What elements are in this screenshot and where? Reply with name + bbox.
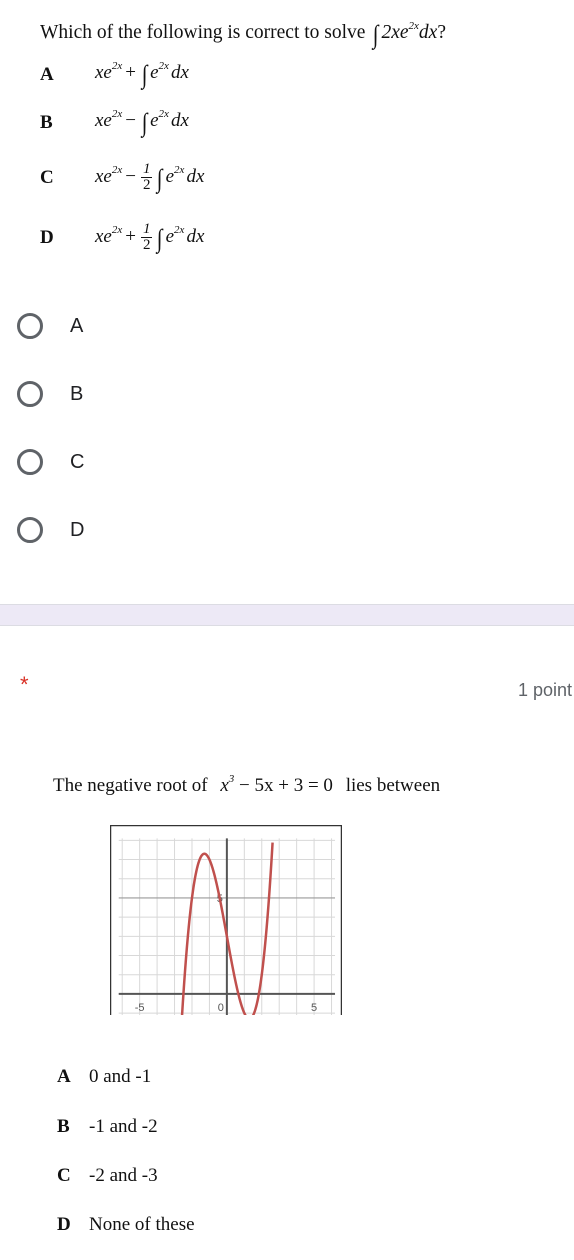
- option-expression: xe2x − ∫ e2x dx: [95, 108, 189, 138]
- equation-x: x: [220, 775, 229, 796]
- q1-option-c: Cxe2x −1 2 ∫ e2x dx: [40, 162, 204, 194]
- radio-button[interactable]: [17, 381, 43, 407]
- q2-option-a: A 0 and -1: [57, 1066, 151, 1088]
- radio-button[interactable]: [17, 313, 43, 339]
- q1-option-b: Bxe2x − ∫ e2x dx: [40, 108, 189, 138]
- radio-option-c[interactable]: C: [17, 449, 84, 475]
- fraction: 12: [140, 161, 153, 193]
- integral-exp: 2x: [408, 20, 419, 32]
- fraction-den: 2: [142, 237, 151, 253]
- radio-button[interactable]: [17, 449, 43, 475]
- option-letter: D: [57, 1214, 71, 1235]
- q1-option-a: Axe2x + ∫ e2x dx: [40, 60, 189, 90]
- integral-sign-icon: ∫: [141, 60, 148, 89]
- equation: x3 − 5x + 3 = 0: [220, 774, 333, 797]
- int-exp: 2x: [174, 223, 185, 236]
- fraction: 12: [140, 221, 153, 253]
- int-diff: dx: [186, 165, 205, 187]
- int-exp: 2x: [158, 60, 169, 72]
- radio-label[interactable]: B: [70, 383, 83, 406]
- term-exp: 2x: [111, 60, 123, 72]
- operator: +: [125, 225, 136, 247]
- option-text: 0 and -1: [89, 1066, 152, 1087]
- integral-sign-icon: ∫: [373, 20, 379, 49]
- term: xe: [95, 110, 112, 131]
- q2-option-b: B -1 and -2: [57, 1116, 158, 1138]
- int-diff: dx: [186, 225, 205, 247]
- int-diff: dx: [170, 62, 189, 83]
- int-diff: dx: [170, 110, 189, 131]
- term: xe: [95, 225, 112, 247]
- prompt-after: lies between: [345, 775, 441, 796]
- term-exp: 2x: [111, 163, 123, 176]
- radio-option-d[interactable]: D: [17, 517, 84, 543]
- x-tick-label: 5: [311, 1002, 317, 1014]
- int-exp: 2x: [174, 163, 185, 176]
- integral-sign-icon: ∫: [157, 163, 163, 193]
- integral-diff: dx: [418, 22, 438, 43]
- term: xe: [95, 165, 112, 187]
- radio-label[interactable]: A: [70, 315, 83, 338]
- question-mark: ?: [437, 22, 446, 43]
- option-text: None of these: [89, 1214, 195, 1235]
- question-1-integral: ∫ 2xe2xdx: [370, 20, 438, 49]
- fraction-num: 1: [140, 221, 153, 238]
- int-base: e: [150, 62, 159, 83]
- points-label: 1 point: [518, 680, 573, 700]
- int-base: e: [150, 110, 159, 131]
- option-letter: C: [57, 1165, 71, 1186]
- option-text: -1 and -2: [89, 1116, 158, 1137]
- integral-sign-icon: ∫: [141, 108, 148, 137]
- option-text: -2 and -3: [89, 1165, 158, 1186]
- option-letter: B: [57, 1116, 70, 1137]
- int-base: e: [165, 165, 175, 187]
- int-exp: 2x: [158, 108, 169, 120]
- question-1-prompt: Which of the following is correct to sol…: [40, 20, 446, 50]
- radio-option-b[interactable]: B: [17, 381, 83, 407]
- q1-option-d: Dxe2x +1 2 ∫ e2x dx: [40, 222, 204, 254]
- option-expression: xe2x + ∫ e2x dx: [95, 60, 189, 90]
- option-letter: D: [40, 226, 54, 248]
- radio-option-a[interactable]: A: [17, 313, 83, 339]
- integral-coef: 2xe: [381, 22, 409, 43]
- option-letter: A: [40, 64, 54, 85]
- equation-rest: − 5x + 3 = 0: [234, 775, 333, 796]
- integral-sign-icon: ∫: [157, 223, 163, 253]
- operator: −: [125, 165, 136, 187]
- radio-button[interactable]: [17, 517, 43, 543]
- required-indicator: *: [20, 672, 29, 697]
- q2-option-c: C -2 and -3: [57, 1165, 158, 1187]
- x-tick-label: -5: [135, 1002, 145, 1014]
- radio-label[interactable]: D: [70, 519, 84, 542]
- fraction-den: 2: [142, 177, 151, 193]
- term: xe: [95, 62, 112, 83]
- section-divider: [0, 604, 574, 626]
- option-letter: B: [40, 112, 53, 133]
- operator: +: [125, 62, 136, 83]
- option-letter: C: [40, 166, 54, 188]
- q2-option-d: D None of these: [57, 1214, 195, 1236]
- radio-label[interactable]: C: [70, 451, 84, 474]
- cubic-graph: -5 0 55: [110, 825, 342, 1015]
- question-2-prompt: The negative root of x3 − 5x + 3 = 0 lie…: [53, 774, 441, 797]
- option-letter: A: [57, 1066, 71, 1087]
- question-1-prompt-text: Which of the following is correct to sol…: [40, 22, 366, 43]
- option-expression: xe2x −1 2 ∫ e2x dx: [95, 162, 204, 194]
- prompt-before: The negative root of: [53, 775, 208, 796]
- option-expression: xe2x +1 2 ∫ e2x dx: [95, 222, 204, 254]
- x-tick-label: 0: [218, 1002, 224, 1014]
- term-exp: 2x: [111, 108, 123, 120]
- term-exp: 2x: [111, 223, 123, 236]
- operator: −: [125, 110, 136, 131]
- int-base: e: [165, 225, 175, 247]
- graph-axes: [118, 838, 336, 1015]
- fraction-num: 1: [140, 161, 153, 178]
